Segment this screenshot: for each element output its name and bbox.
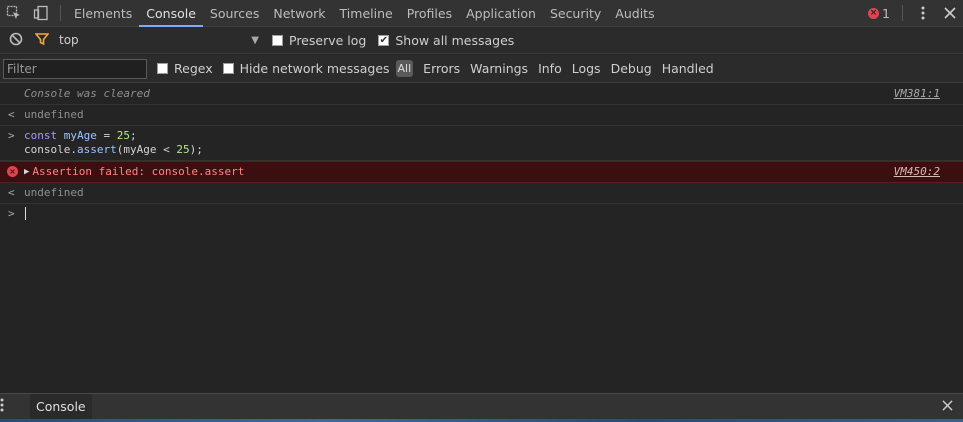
device-toolbar-icon[interactable] [27,0,54,27]
level-debug[interactable]: Debug [611,61,652,76]
message-text: Console was cleared [24,87,150,100]
filter-input[interactable] [3,58,147,79]
tab-security[interactable]: Security [543,0,608,27]
toolbar-divider [60,5,61,21]
show-all-messages-label: Show all messages [395,32,515,48]
number-literal: 25 [176,143,190,156]
tab-console[interactable]: Console [139,0,203,27]
object-name: console. [24,143,77,156]
console-toolbar: top ▼ Preserve log ✔ Show all messages [0,27,963,54]
drawer-menu-icon[interactable] [0,398,30,415]
tab-elements[interactable]: Elements [67,0,139,27]
input-arrow-icon: > [8,129,15,142]
error-count: 1 [882,5,890,21]
chevron-down-icon: ▼ [251,34,259,46]
prompt-icon: > [8,207,15,220]
console-error-message: × ▶ Assertion failed: console.assert VM4… [0,161,963,183]
level-logs[interactable]: Logs [572,61,601,76]
show-all-messages-box[interactable]: ✔ [378,34,390,46]
error-text: Assertion failed: console.assert [32,165,245,178]
operator: = [96,129,117,142]
devtools-tab-bar: Elements Console Sources Network Timelin… [0,0,963,27]
tab-network[interactable]: Network [266,0,332,27]
level-errors[interactable]: Errors [423,61,460,76]
regex-label: Regex [174,61,213,76]
code-line-1: const myAge = 25; [24,129,203,143]
preserve-log-checkbox[interactable]: Preserve log [272,33,366,48]
regex-checkbox[interactable]: Regex [157,61,213,76]
text-cursor [25,207,26,220]
message-text: undefined [24,108,84,121]
result-arrow-icon: < [8,108,15,121]
show-all-messages-checkbox[interactable]: ✔ Show all messages [378,33,514,48]
hide-network-label: Hide network messages [239,61,390,76]
level-warnings[interactable]: Warnings [470,61,528,76]
tab-profiles[interactable]: Profiles [400,0,459,27]
filter-icon[interactable] [34,32,50,49]
console-cleared-message: Console was cleared VM381:1 [0,84,963,105]
arguments: (myAge < [116,143,177,156]
drawer-tab-console[interactable]: Console [30,393,92,420]
method-name: assert [76,143,117,156]
more-options-icon[interactable] [909,0,936,27]
close-icon[interactable] [936,0,963,27]
inspect-element-icon[interactable] [0,0,27,27]
code-block: const myAge = 25; console.assert(myAge <… [24,129,203,157]
keyword-const: const [24,129,58,142]
clear-console-icon[interactable] [9,32,23,49]
console-prompt[interactable]: > [0,204,963,223]
message-text: undefined [24,186,84,199]
tab-sources[interactable]: Sources [203,0,266,27]
level-info[interactable]: Info [538,61,562,76]
hide-network-box[interactable] [222,63,234,74]
hide-network-checkbox[interactable]: Hide network messages [222,61,390,76]
console-result-message: < undefined [0,183,963,204]
level-handled[interactable]: Handled [662,61,714,76]
error-icon: × [7,166,18,177]
closing: ); [189,143,203,156]
context-value: top [59,33,79,47]
identifier: myAge [63,129,97,142]
console-input-message: > const myAge = 25; console.assert(myAge… [0,126,963,161]
preserve-log-label: Preserve log [289,32,367,48]
code-line-2: console.assert(myAge < 25); [24,143,203,157]
tab-application[interactable]: Application [459,0,543,27]
toolbar-divider [902,5,903,21]
context-selector[interactable]: top ▼ [59,33,259,47]
error-count-badge[interactable]: × 1 [868,6,896,21]
regex-box[interactable] [157,63,168,74]
filter-bar: Regex Hide network messages All Errors W… [0,55,963,83]
preserve-log-box[interactable] [272,34,283,46]
level-all[interactable]: All [395,60,414,77]
result-arrow-icon: < [8,186,15,199]
expand-triangle-icon[interactable]: ▶ [24,165,29,179]
tab-timeline[interactable]: Timeline [333,0,400,27]
console-result-message: < undefined [0,105,963,126]
semicolon: ; [130,129,137,142]
source-link[interactable]: VM450:2 [894,165,940,179]
bottom-drawer: Console [0,393,963,420]
tab-audits[interactable]: Audits [608,0,661,27]
console-messages: Console was cleared VM381:1 < undefined … [0,84,963,223]
source-link[interactable]: VM381:1 [894,87,940,101]
number-literal: 25 [116,129,130,142]
error-icon: × [868,7,880,19]
close-drawer-icon[interactable] [942,399,953,414]
